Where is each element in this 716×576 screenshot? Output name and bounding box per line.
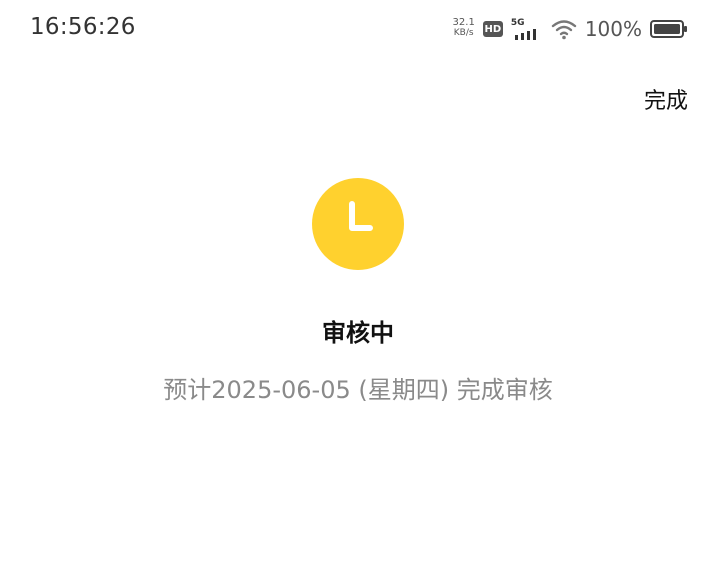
wifi-icon (551, 18, 577, 40)
review-status-title: 审核中 (322, 319, 394, 347)
status-time: 16:56:26 (30, 14, 136, 40)
hd-icon: HD (482, 21, 503, 37)
status-bar: 16:56:26 32.1 KB/s HD 5G 100% (0, 0, 716, 58)
battery-icon (650, 19, 688, 39)
network-type-label: 5G (510, 18, 525, 28)
network-speed-unit: KB/s (453, 28, 474, 38)
network-speed: 32.1 KB/s (452, 17, 475, 39)
battery-percent: 100% (584, 17, 642, 41)
signal-5g-icon: 5G (511, 18, 543, 40)
done-button[interactable]: 完成 (644, 83, 688, 115)
review-estimate-text: 预计2025-06-05 (星期四) 完成审核 (163, 376, 553, 404)
status-icons: 32.1 KB/s HD 5G 100% (453, 15, 688, 43)
network-speed-value: 32.1 (452, 17, 475, 28)
clock-icon (312, 178, 404, 270)
signal-bars-icon (514, 29, 536, 40)
